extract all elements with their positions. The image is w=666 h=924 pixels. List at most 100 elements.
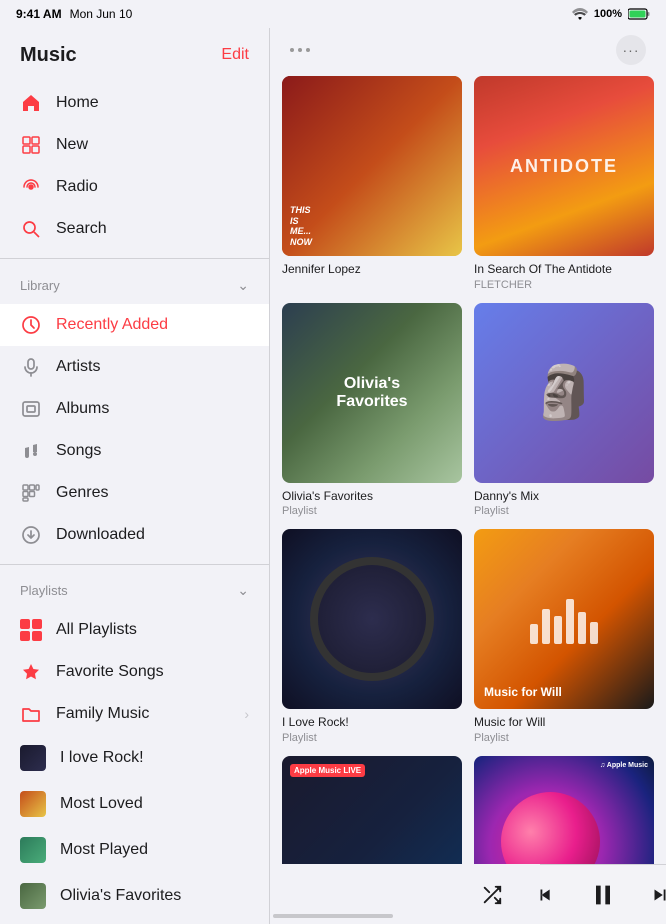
album-title-music-for-will: Music for Will	[474, 715, 654, 731]
album-grid: THISISME...NOW Jennifer Lopez In Search …	[270, 72, 666, 864]
sidebar-item-radio[interactable]: Radio	[0, 166, 269, 208]
sidebar: Music Edit Home New	[0, 28, 270, 924]
thumb-most-loved	[20, 791, 46, 817]
album-item-apple-music-live[interactable]: Apple Music LIVE Live: NYE 20... Apple M…	[282, 756, 462, 864]
library-nav: Recently Added Artists Albums	[0, 300, 269, 560]
battery-text: 100%	[594, 8, 622, 20]
status-bar: 9:41 AM Mon Jun 10 100%	[0, 0, 666, 28]
playlists-divider	[0, 564, 269, 565]
sidebar-item-i-love-rock[interactable]: I love Rock!	[0, 735, 269, 781]
sidebar-item-i-love-rock-label: I love Rock!	[60, 749, 144, 767]
music-bars	[530, 594, 598, 644]
album-subtitle-danny: Playlist	[474, 505, 654, 517]
sidebar-item-albums-label: Albums	[56, 400, 109, 418]
album-item-antidote[interactable]: In Search Of The Antidote FLETCHER	[474, 76, 654, 291]
status-date: Mon Jun 10	[70, 7, 133, 21]
sidebar-item-family-music[interactable]: Family Music ›	[0, 693, 269, 735]
sidebar-item-favorite-songs-label: Favorite Songs	[56, 663, 164, 681]
note-icon	[20, 440, 42, 462]
album-icon	[20, 398, 42, 420]
sidebar-item-songs[interactable]: Songs	[0, 430, 269, 472]
album-item-pop-chill[interactable]: ♫ Apple Music Chill Pop Chill Apple Musi…	[474, 756, 654, 864]
album-subtitle-olivia: Playlist	[282, 505, 462, 517]
sidebar-item-all-playlists-label: All Playlists	[56, 621, 137, 639]
apple-music-badge-pop: ♫ Apple Music	[600, 762, 648, 769]
sidebar-item-downloaded-label: Downloaded	[56, 526, 145, 544]
sidebar-item-new-label: New	[56, 136, 88, 154]
sidebar-item-radio-label: Radio	[56, 178, 98, 196]
album-subtitle-music-for-will: Playlist	[474, 732, 654, 744]
sidebar-item-search-label: Search	[56, 220, 107, 238]
sidebar-header: Music Edit	[0, 28, 269, 78]
sidebar-item-genres-label: Genres	[56, 484, 108, 502]
player-bar	[540, 864, 666, 924]
search-icon	[20, 218, 42, 240]
album-item-olivia[interactable]: Olivia'sFavorites Olivia's Favorites Pla…	[282, 303, 462, 518]
thumb-most-played	[20, 837, 46, 863]
album-title-antidote: In Search Of The Antidote	[474, 262, 654, 278]
sidebar-item-downloaded[interactable]: Downloaded	[0, 514, 269, 556]
sidebar-item-most-loved-label: Most Loved	[60, 795, 143, 813]
more-options-button[interactable]: ···	[616, 35, 646, 65]
playlists-chevron-icon[interactable]: ⌄	[237, 582, 249, 599]
wifi-icon	[572, 8, 588, 20]
all-playlists-icon	[20, 619, 42, 641]
shuffle-button[interactable]	[481, 879, 503, 911]
new-icon	[20, 134, 42, 156]
mic-icon	[20, 356, 42, 378]
download-icon	[20, 524, 42, 546]
apple-music-live-badge: Apple Music LIVE	[290, 764, 365, 777]
main-dots	[290, 48, 310, 52]
sidebar-item-albums[interactable]: Albums	[0, 388, 269, 430]
library-section-label: Library	[20, 278, 60, 293]
album-title-danny: Danny's Mix	[474, 489, 654, 505]
sidebar-item-new[interactable]: New	[0, 124, 269, 166]
album-title-olivia: Olivia's Favorites	[282, 489, 462, 505]
sidebar-item-recently-added[interactable]: Recently Added	[0, 304, 269, 346]
album-subtitle-antidote: FLETCHER	[474, 279, 654, 291]
sidebar-edit-button[interactable]: Edit	[221, 46, 249, 64]
sidebar-item-favorite-songs[interactable]: Favorite Songs	[0, 651, 269, 693]
sidebar-item-olivias-favorites-label: Olivia's Favorites	[60, 887, 181, 905]
sidebar-item-olivias-favorites[interactable]: Olivia's Favorites	[0, 873, 269, 919]
album-item-danny[interactable]: 🗿 Danny's Mix Playlist	[474, 303, 654, 518]
danny-emoji: 🗿	[532, 362, 597, 423]
battery-icon	[628, 8, 650, 20]
main-topbar: ···	[270, 28, 666, 72]
sidebar-item-search[interactable]: Search	[0, 208, 269, 250]
playlists-section-header: Playlists ⌄	[0, 568, 269, 605]
sidebar-nav: Home New	[0, 78, 269, 254]
sidebar-item-most-played-label: Most Played	[60, 841, 148, 859]
main-content: ··· THISISME...NOW Jennifer Lopez In Sea…	[270, 28, 666, 924]
sidebar-title: Music	[20, 44, 77, 67]
album-item-vinyl[interactable]: I Love Rock! Playlist	[282, 529, 462, 744]
album-title-jennifer-lopez: Jennifer Lopez	[282, 262, 462, 278]
rewind-button[interactable]	[535, 879, 557, 911]
home-bar	[273, 914, 393, 918]
sidebar-item-recently-added-label: Recently Added	[56, 316, 168, 334]
album-title-vinyl: I Love Rock!	[282, 715, 462, 731]
family-music-chevron-icon: ›	[244, 706, 249, 722]
folder-icon	[20, 703, 42, 725]
star-icon	[20, 661, 42, 683]
playlists-section-label: Playlists	[20, 583, 68, 598]
genres-icon	[20, 482, 42, 504]
sidebar-item-most-played[interactable]: Most Played	[0, 827, 269, 873]
sidebar-item-genres[interactable]: Genres	[0, 472, 269, 514]
album-subtitle-vinyl: Playlist	[282, 732, 462, 744]
forward-button[interactable]	[649, 879, 666, 911]
radio-icon	[20, 176, 42, 198]
library-section-header: Library ⌄	[0, 263, 269, 300]
album-item-jennifer-lopez[interactable]: THISISME...NOW Jennifer Lopez	[282, 76, 462, 291]
sidebar-item-in-my-room[interactable]: In My Room	[0, 919, 269, 924]
album-item-music-for-will[interactable]: Music for Will Music for Will Playlist	[474, 529, 654, 744]
thumb-olivia	[20, 883, 46, 909]
status-time: 9:41 AM	[16, 7, 62, 21]
sidebar-item-artists[interactable]: Artists	[0, 346, 269, 388]
sidebar-item-home[interactable]: Home	[0, 82, 269, 124]
library-chevron-icon[interactable]: ⌄	[237, 277, 249, 294]
sidebar-item-most-loved[interactable]: Most Loved	[0, 781, 269, 827]
sidebar-item-all-playlists[interactable]: All Playlists	[0, 609, 269, 651]
status-icons: 100%	[572, 8, 650, 20]
pause-button[interactable]	[589, 879, 617, 911]
